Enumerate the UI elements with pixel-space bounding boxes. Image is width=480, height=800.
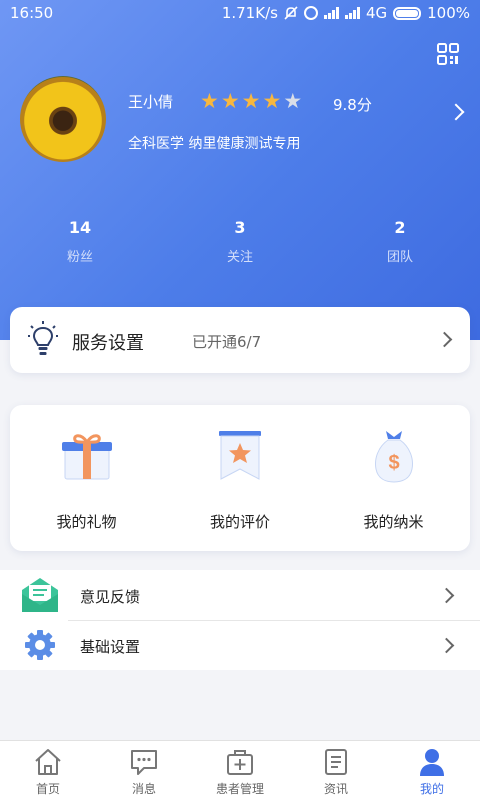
chevron-right-icon — [438, 637, 455, 654]
tab-mine[interactable]: 我的 — [384, 741, 480, 800]
svg-text:$: $ — [388, 452, 399, 474]
menu-item-settings[interactable]: 基础设置 — [0, 620, 480, 670]
stat-following[interactable]: 3 关注 — [160, 218, 320, 265]
my-reviews-tile[interactable]: 我的评价 — [163, 405, 317, 551]
user-name: 王小倩 — [128, 93, 174, 111]
gear-icon — [25, 630, 55, 660]
user-subtitle: 全科医学 纳里健康测试专用 — [128, 136, 301, 152]
stat-value: 2 — [394, 218, 406, 237]
chevron-right-icon — [438, 587, 455, 604]
medical-kit-icon — [227, 750, 253, 775]
lightbulb-icon — [28, 321, 58, 355]
qr-code-icon[interactable] — [436, 42, 460, 66]
message-icon — [131, 750, 157, 775]
feedback-envelope-icon — [22, 578, 58, 612]
money-bag-icon: $ — [374, 431, 413, 483]
tile-label: 我的礼物 — [56, 513, 117, 531]
network-type: 4G — [365, 4, 388, 22]
menu-item-feedback[interactable]: 意见反馈 — [0, 570, 480, 621]
mute-icon — [284, 6, 298, 20]
tab-label: 我的 — [419, 782, 444, 796]
tab-label: 资讯 — [323, 782, 348, 796]
stat-label: 关注 — [226, 250, 253, 265]
tab-label: 首页 — [35, 782, 60, 796]
star-filled-icon: ★ — [200, 89, 219, 113]
stat-fans[interactable]: 14 粉丝 — [0, 218, 160, 265]
signal-icon-2 — [344, 7, 360, 19]
rating-ribbon-icon — [219, 431, 261, 480]
status-bar: 16:50 1.71K/s 4G 100% — [0, 0, 480, 28]
menu-item-label: 意见反馈 — [80, 588, 141, 606]
stat-value: 14 — [68, 218, 92, 237]
service-settings-title: 服务设置 — [72, 333, 144, 354]
profile-header — [0, 0, 480, 340]
battery-level: 100% — [427, 4, 470, 22]
stat-value: 3 — [234, 218, 246, 237]
star-filled-icon: ★ — [220, 89, 240, 113]
star-filled-icon: ★ — [262, 89, 282, 113]
gift-icon — [61, 434, 112, 480]
tab-home[interactable]: 首页 — [0, 741, 96, 800]
bottom-tab-bar: 首页 消息 患者管理 资讯 我的 — [0, 740, 480, 800]
avatar[interactable] — [20, 76, 106, 162]
my-nano-tile[interactable]: $ 我的纳米 — [317, 405, 470, 551]
stat-label: 团队 — [386, 250, 413, 265]
star-empty-icon: ★ — [283, 89, 303, 113]
tab-label: 患者管理 — [215, 782, 264, 796]
menu-list: 意见反馈 基础设置 — [0, 570, 480, 670]
chevron-right-icon — [436, 331, 453, 348]
rating-stars: ★ ★ ★ ★ ★ — [200, 90, 302, 112]
document-icon — [325, 749, 347, 775]
stats-row: 14 粉丝 3 关注 2 团队 — [0, 218, 480, 265]
service-settings-card[interactable]: 服务设置 已开通6/7 — [10, 307, 470, 373]
tab-news[interactable]: 资讯 — [288, 741, 384, 800]
menu-item-label: 基础设置 — [80, 638, 141, 656]
stat-team[interactable]: 2 团队 — [320, 218, 480, 265]
battery-icon — [393, 6, 422, 20]
network-speed: 1.71K/s — [221, 4, 278, 22]
home-icon — [35, 749, 61, 775]
signal-icon — [323, 7, 339, 19]
alarm-icon — [303, 6, 318, 20]
service-settings-status: 已开通6/7 — [192, 333, 262, 351]
star-filled-icon: ★ — [241, 89, 261, 113]
rating-score: 9.8分 — [333, 96, 372, 114]
stat-label: 粉丝 — [66, 250, 93, 265]
my-gifts-tile[interactable]: 我的礼物 — [10, 405, 163, 551]
tile-label: 我的评价 — [209, 513, 270, 531]
tab-patient-management[interactable]: 患者管理 — [192, 741, 288, 800]
tile-label: 我的纳米 — [363, 513, 424, 531]
person-icon — [420, 749, 444, 776]
tab-messages[interactable]: 消息 — [96, 741, 192, 800]
shortcut-grid: 我的礼物 我的评价 $ 我的纳米 — [10, 405, 470, 551]
status-time: 16:50 — [10, 4, 54, 22]
tab-label: 消息 — [131, 782, 156, 796]
